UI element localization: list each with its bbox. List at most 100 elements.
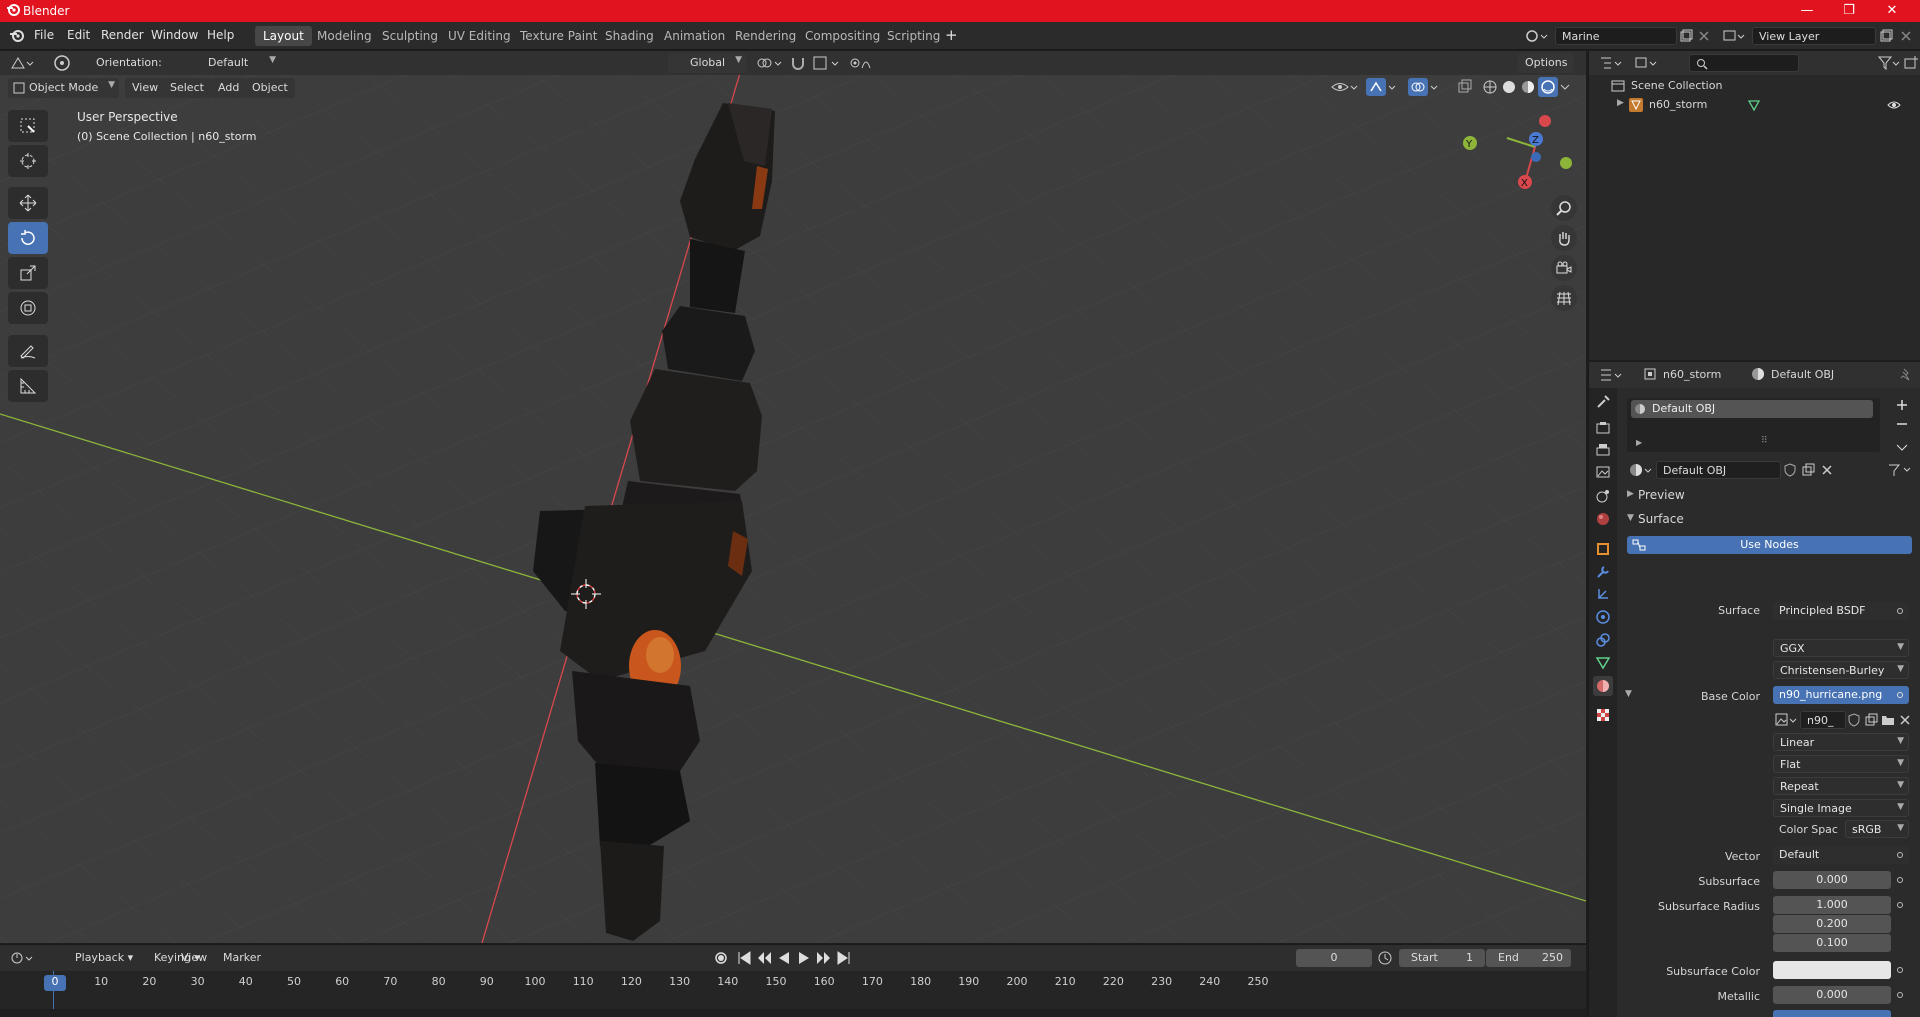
move-tool[interactable] — [8, 187, 48, 219]
image-fake-user-icon[interactable] — [1847, 713, 1861, 727]
output-tab[interactable] — [1593, 440, 1613, 460]
rendered-shading-icon[interactable] — [1538, 77, 1558, 97]
extension-dropdown[interactable]: Repeat ▼ — [1773, 777, 1909, 795]
image-name-field[interactable]: n90_ — [1800, 711, 1846, 729]
scale-tool[interactable] — [8, 257, 48, 289]
socket-dot-icon[interactable] — [1897, 902, 1903, 908]
menu-edit[interactable]: Edit — [67, 28, 90, 42]
socket-dot-icon[interactable] — [1897, 608, 1903, 614]
new-scene-icon[interactable] — [1679, 29, 1693, 43]
subsurface-radius-x[interactable]: 1.000 — [1773, 896, 1891, 914]
delete-view-layer-icon[interactable] — [1899, 29, 1913, 43]
subsurface-method-dropdown[interactable]: Christensen-Burley ▼ — [1773, 661, 1909, 679]
menu-help[interactable]: Help — [207, 28, 234, 42]
menu-add[interactable]: Add — [211, 78, 247, 98]
filter-icon[interactable] — [1878, 55, 1902, 71]
viewport-scene[interactable]: Y Z X — [0, 51, 1586, 943]
pan-view-button[interactable] — [1551, 225, 1577, 251]
tab-layout[interactable]: Layout — [255, 26, 312, 46]
annotate-tool[interactable] — [8, 335, 48, 367]
fake-user-shield-icon[interactable] — [1783, 463, 1797, 477]
browse-image-icon[interactable] — [1775, 712, 1799, 728]
playback-menu[interactable]: Playback ▾ — [68, 948, 140, 968]
tab-compositing[interactable]: Compositing — [797, 26, 888, 46]
tab-uv-editing[interactable]: UV Editing — [440, 26, 519, 46]
interpolation-dropdown[interactable]: Linear ▼ — [1773, 733, 1909, 751]
solid-shading-icon[interactable] — [1501, 79, 1517, 95]
use-nodes-button[interactable]: Use Nodes — [1627, 536, 1912, 554]
subsurface-color-swatch[interactable] — [1773, 961, 1891, 979]
tab-rendering[interactable]: Rendering — [727, 26, 804, 46]
menu-render[interactable]: Render — [101, 28, 144, 42]
transform-pivot-icon[interactable] — [53, 54, 71, 72]
subsurface-radius-y[interactable]: 0.200 — [1773, 915, 1891, 933]
outliner-search-input[interactable] — [1689, 54, 1799, 72]
menu-object[interactable]: Object — [245, 78, 295, 98]
projection-dropdown[interactable]: Flat ▼ — [1773, 755, 1909, 773]
wireframe-shading-icon[interactable] — [1482, 79, 1498, 95]
xray-toggle-icon[interactable] — [1457, 79, 1473, 95]
base-color-texture-field[interactable]: n90_hurricane.png — [1773, 686, 1909, 704]
current-frame-field[interactable]: 0 — [1296, 949, 1372, 967]
world-tab[interactable] — [1593, 509, 1613, 529]
material-slot-row[interactable]: Default OBJ — [1631, 400, 1873, 418]
camera-view-button[interactable] — [1551, 255, 1577, 281]
delete-scene-icon[interactable] — [1697, 29, 1711, 43]
socket-dot-icon[interactable] — [1897, 852, 1903, 858]
duplicate-material-icon[interactable] — [1801, 463, 1815, 477]
surface-shader-field[interactable]: Principled BSDF — [1773, 602, 1909, 620]
outliner-editor-type-icon[interactable] — [1599, 55, 1625, 71]
timeline-scrollbar[interactable] — [0, 1009, 1586, 1017]
subsurface-radius-z[interactable]: 0.100 — [1773, 934, 1891, 952]
object-tab[interactable] — [1593, 539, 1613, 559]
gizmo-toggle-icon[interactable] — [1366, 78, 1398, 96]
rotate-tool[interactable] — [8, 222, 48, 254]
menu-file[interactable]: File — [34, 28, 54, 42]
measure-tool[interactable] — [8, 370, 48, 402]
physics-tab[interactable] — [1593, 607, 1613, 627]
new-image-icon[interactable] — [1864, 713, 1878, 727]
unlink-image-icon[interactable] — [1898, 713, 1912, 727]
jump-end-icon[interactable] — [836, 950, 852, 966]
metallic-slider[interactable]: 0.000 — [1773, 986, 1891, 1004]
tab-scripting[interactable]: Scripting — [879, 26, 948, 46]
browse-material-icon[interactable] — [1629, 462, 1655, 478]
modifiers-tab[interactable] — [1593, 562, 1613, 582]
socket-dot-icon[interactable] — [1897, 692, 1903, 698]
new-collection-icon[interactable] — [1903, 55, 1919, 71]
gizmo-neg-x-handle[interactable] — [1539, 115, 1551, 127]
timeline-view-menu[interactable]: View — [174, 948, 214, 968]
socket-dot-icon[interactable] — [1897, 967, 1903, 973]
tab-sculpting[interactable]: Sculpting — [374, 26, 446, 46]
scene-tab[interactable] — [1593, 486, 1613, 506]
editor-type-icon[interactable] — [10, 55, 36, 71]
texture-tab[interactable] — [1593, 705, 1613, 725]
new-view-layer-icon[interactable] — [1879, 29, 1893, 43]
open-image-folder-icon[interactable] — [1881, 713, 1895, 727]
constraints-tab[interactable] — [1593, 630, 1613, 650]
display-mode-icon[interactable] — [1634, 55, 1660, 71]
mesh-data-icon[interactable] — [1747, 98, 1761, 112]
eye-visibility-icon[interactable] — [1887, 99, 1901, 111]
remove-slot-icon[interactable] — [1895, 417, 1909, 431]
snap-icon[interactable] — [790, 55, 806, 71]
next-keyframe-icon[interactable] — [816, 950, 832, 966]
material-name-field[interactable]: Default OBJ — [1656, 461, 1781, 479]
render-tab[interactable] — [1593, 418, 1613, 438]
subsurface-slider[interactable]: 0.000 — [1773, 871, 1891, 889]
node-link-icon[interactable] — [1887, 463, 1915, 477]
tab-texture-paint[interactable]: Texture Paint — [512, 26, 605, 46]
menu-window[interactable]: Window — [151, 28, 198, 42]
surface-panel-header[interactable]: ▼ Surface — [1627, 510, 1917, 530]
minimize-button[interactable]: — — [1792, 2, 1822, 20]
material-preview-icon[interactable] — [1520, 79, 1536, 95]
slot-expand-arrow-icon[interactable]: ▶ — [1636, 438, 1642, 447]
material-tab[interactable] — [1593, 676, 1613, 696]
vector-field[interactable]: Default — [1773, 846, 1909, 864]
tab-modeling[interactable]: Modeling — [309, 26, 380, 46]
transform-tool[interactable] — [8, 292, 48, 324]
visibility-eye-icon[interactable] — [1330, 79, 1360, 95]
view-layer-field[interactable]: View Layer — [1752, 27, 1876, 45]
blender-menu-icon[interactable] — [9, 29, 25, 43]
distribution-dropdown[interactable]: GGX ▼ — [1773, 639, 1909, 657]
